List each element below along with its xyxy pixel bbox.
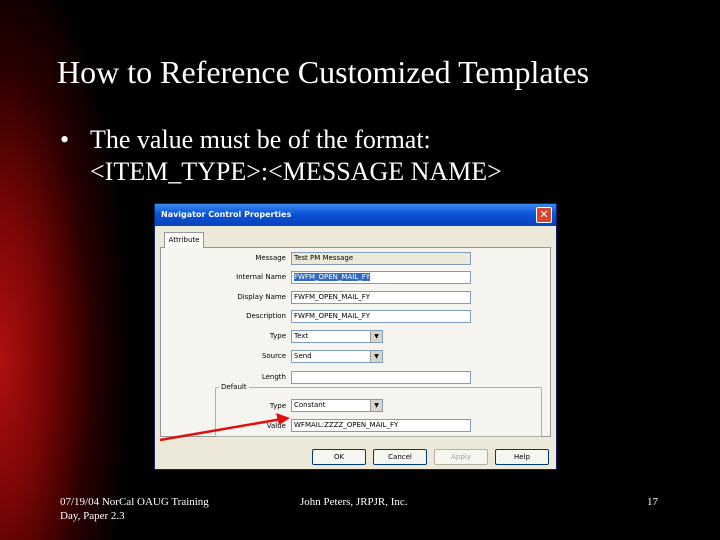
arrow-head [276,413,290,425]
page-number: 17 [647,496,658,508]
footer-left-line-1: 07/19/04 NorCal OAUG Training [60,496,209,508]
arrow-shaft [159,417,283,442]
footer-left: 07/19/04 NorCal OAUG Training Day, Paper… [60,495,209,523]
red-pointer-arrow-icon [159,413,290,442]
footer-center: John Peters, JRPJR, Inc. [300,496,408,508]
footer-left-line-2: Day, Paper 2.3 [60,510,125,522]
